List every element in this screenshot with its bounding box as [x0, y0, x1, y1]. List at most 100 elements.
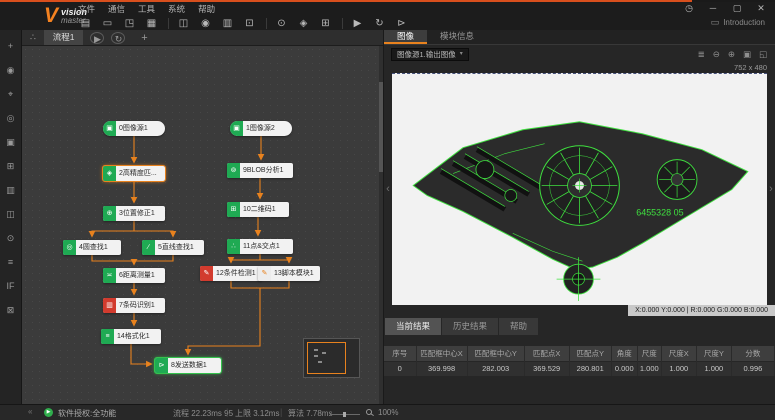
module-rail: + ◉ ⌖ ◎ ▣ ⊞ ▥ ◫ ⊙ ≡ IF ⊠	[0, 30, 22, 404]
result-tab-1[interactable]: 历史结果	[442, 318, 498, 335]
pixel-coords-readout: X:0.000 Y:0.000 | R:0.000 G:0.000 B:0.00…	[628, 305, 775, 316]
tool-icon[interactable]: ⊠	[4, 304, 18, 317]
flow-canvas[interactable]: ▣0图像源1 ▣1图像源2 ◈2高精度匹... ⊕3位置修正1 ◎4圆查找1 ∕5直线查找…	[22, 46, 383, 404]
node-type-icon: ✎	[258, 266, 271, 281]
find-circle-icon[interactable]: ◎	[4, 112, 18, 125]
flow-node-14[interactable]: ≡14格式化1	[101, 329, 161, 344]
toolbar-separator	[168, 18, 169, 29]
canvas-zoom-slider[interactable]	[330, 414, 360, 415]
result-col-header: 匹配框中心Y	[467, 346, 524, 361]
flow-scrollbar[interactable]	[379, 46, 383, 404]
fit-view-icon[interactable]: ≣	[698, 49, 705, 60]
result-row[interactable]: 0369.998282.003369.529280.8010.0001.0001…	[384, 361, 775, 376]
image-source-icon[interactable]: ▦	[144, 18, 159, 29]
camera-source-icon[interactable]: ◉	[4, 64, 18, 77]
save-icon[interactable]: ▤	[78, 18, 93, 29]
tab-image[interactable]: 图像	[384, 30, 427, 44]
minimap-viewport[interactable]	[307, 342, 346, 374]
open-solution-icon[interactable]: ▭	[100, 18, 115, 29]
tag-icon[interactable]: ⊙	[274, 18, 289, 29]
image-process-icon[interactable]: ◫	[4, 208, 18, 221]
result-tab-2[interactable]: 帮助	[499, 318, 538, 335]
flow-node-6[interactable]: ≍6距离测量1	[103, 268, 165, 283]
flow-node-3[interactable]: ⊕3位置修正1	[103, 206, 165, 221]
window-layout-icon[interactable]: ◫	[176, 18, 191, 29]
minimize-icon[interactable]: ─	[707, 3, 719, 14]
measure-icon[interactable]: ⊞	[4, 160, 18, 173]
image-source-chip[interactable]: 图像源1.输出图像 ▾	[391, 48, 469, 61]
result-tab-0[interactable]: 当前结果	[385, 318, 441, 335]
script-icon[interactable]: ≡	[4, 256, 18, 269]
flow-node-9[interactable]: ⊚9BLOB分析1	[227, 163, 293, 178]
camera-icon[interactable]: ◉	[198, 18, 213, 29]
menu-item[interactable]: 通信	[108, 3, 125, 15]
next-image-arrow[interactable]: ›	[767, 73, 775, 305]
run-panel-icon[interactable]: ⊳	[394, 18, 409, 29]
color-tool-icon[interactable]: ⊙	[4, 232, 18, 245]
result-cell: 369.529	[524, 361, 569, 376]
menu-item[interactable]: 文件	[78, 3, 95, 15]
match-icon[interactable]: ▣	[4, 136, 18, 149]
tab-module-info[interactable]: 模块信息	[427, 30, 487, 44]
node-label: 0图像源1	[116, 121, 151, 136]
locate-icon[interactable]: ⌖	[4, 88, 18, 101]
scale-1-1-icon[interactable]: ▣	[743, 49, 751, 60]
slider-thumb[interactable]	[343, 412, 346, 417]
gallery-icon[interactable]: ⊞	[318, 18, 333, 29]
communication-icon[interactable]: ◈	[296, 18, 311, 29]
prev-image-arrow[interactable]: ‹	[384, 73, 392, 305]
flow-node-4[interactable]: ◎4圆查找1	[63, 240, 121, 255]
menu-item[interactable]: 帮助	[198, 3, 215, 15]
run-flow-icon[interactable]: ▶	[90, 32, 104, 44]
node-label: 9BLOB分析1	[240, 163, 286, 178]
flow-node-1[interactable]: ▣1图像源2	[230, 121, 292, 136]
flow-node-10[interactable]: ⊞10二维码1	[227, 202, 289, 217]
flow-node-7[interactable]: ▥7条码识别1	[103, 298, 165, 313]
export-image-icon[interactable]: ◳	[122, 18, 137, 29]
flow-tab[interactable]: 流程1	[44, 30, 84, 45]
match-template-icon[interactable]: ▥	[220, 18, 235, 29]
close-icon[interactable]: ✕	[755, 3, 767, 14]
user-label: Introduction	[723, 18, 765, 27]
user-box[interactable]: ▭ Introduction	[711, 17, 765, 28]
run-status-icon: ▶	[44, 408, 53, 417]
loop-flow-icon[interactable]: ↻	[111, 32, 125, 44]
barcode-icon[interactable]: ▥	[4, 184, 18, 197]
image-stage[interactable]: 6455328 05	[392, 73, 767, 305]
zoom-in-icon[interactable]: ⊕	[728, 49, 735, 60]
node-label: 13脚本模块1	[271, 266, 317, 281]
app-window: V vision master 文件通信工具系统帮助 ◷─▢✕ ▤▭◳▦◫◉▥⊡…	[0, 0, 775, 420]
restore-icon[interactable]: ▢	[731, 3, 743, 14]
if-logic-icon[interactable]: IF	[4, 280, 18, 293]
result-cell: 280.801	[569, 361, 611, 376]
flow-node-5[interactable]: ∕5直线查找1	[142, 240, 204, 255]
flow-node-11[interactable]: ∴11点&交点1	[227, 239, 293, 254]
flow-node-2[interactable]: ◈2高精度匹...	[103, 166, 165, 181]
minimap[interactable]	[303, 338, 360, 378]
grip-icon[interactable]: «	[28, 407, 32, 416]
zoom-out-icon[interactable]: ⊖	[713, 49, 720, 60]
menu-item[interactable]: 工具	[138, 3, 155, 15]
result-col-header: 角度	[611, 346, 637, 361]
flow-time: 流程 22.23ms 95	[173, 408, 233, 419]
result-col-header: 序号	[384, 346, 416, 361]
menu-item[interactable]: 系统	[168, 3, 185, 15]
flow-node-13[interactable]: ✎13脚本模块1	[258, 266, 320, 281]
display-icon[interactable]: ⊡	[242, 18, 257, 29]
result-col-header: 匹配框中心X	[416, 346, 467, 361]
scrollbar-thumb[interactable]	[379, 82, 383, 172]
fullscreen-icon[interactable]: ◱	[759, 49, 767, 60]
node-label: 5直线查找1	[155, 240, 197, 255]
about-icon[interactable]: ◷	[683, 3, 695, 14]
inspected-part-image: 6455328 05	[392, 74, 767, 305]
flow-structure-icon[interactable]: ∴	[30, 32, 36, 43]
add-module-icon[interactable]: +	[4, 40, 18, 53]
flow-node-8[interactable]: ⊳8发送数据1	[155, 358, 221, 373]
result-table-wrap: 序号匹配框中心X匹配框中心Y匹配点X匹配点Y角度尺度尺度X尺度Y分数 0369.…	[384, 346, 775, 376]
add-flow-button[interactable]: +	[137, 32, 151, 44]
flow-node-12[interactable]: ✎12条件检测1	[200, 266, 262, 281]
node-type-icon: ◎	[63, 240, 76, 255]
run-continuous-icon[interactable]: ↻	[372, 18, 387, 29]
run-once-icon[interactable]: ▶	[350, 18, 365, 29]
flow-node-0[interactable]: ▣0图像源1	[103, 121, 165, 136]
